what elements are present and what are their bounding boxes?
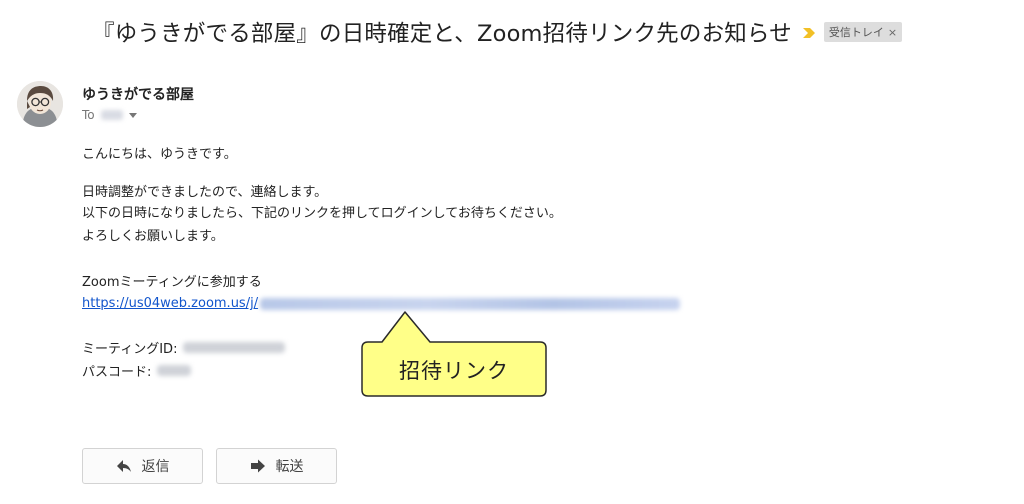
passcode-redacted: [157, 365, 192, 376]
recipient-line[interactable]: To: [82, 108, 137, 122]
forward-button[interactable]: 転送: [216, 448, 337, 484]
forward-label: 転送: [275, 459, 304, 475]
meeting-id-redacted: [183, 342, 286, 353]
meeting-id-field: ミーティングID:: [82, 338, 286, 357]
avatar-illustration: [17, 81, 63, 127]
reply-arrow-icon: [116, 459, 132, 473]
email-subject: 『ゆうきがでる部屋』の日時確定と、Zoom招待リンク先のお知らせ: [92, 21, 792, 47]
recipient-redacted: [100, 110, 123, 120]
body-line-3: よろしくお願いします。: [82, 229, 224, 244]
reply-button[interactable]: 返信: [82, 448, 203, 484]
callout-label: 招待リンク: [399, 359, 509, 383]
inbox-label-text: 受信トレイ: [828, 26, 884, 39]
meeting-id-label: ミーティングID:: [82, 342, 178, 357]
body-line-1: 日時調整ができましたので、連絡します。: [82, 185, 328, 200]
greeting-text: こんにちは、ゆうきです。: [82, 147, 237, 162]
zoom-link-text[interactable]: https://us04web.zoom.us/j/: [82, 296, 258, 311]
close-icon[interactable]: ×: [888, 26, 897, 39]
zoom-heading: Zoomミーティングに参加する: [82, 275, 262, 290]
sender-avatar[interactable]: [17, 81, 63, 127]
subject-row: 『ゆうきがでる部屋』の日時確定と、Zoom招待リンク先のお知らせ 受信トレイ ×: [92, 14, 903, 50]
passcode-label: パスコード:: [82, 365, 152, 380]
caret-down-icon[interactable]: [128, 112, 137, 118]
sender-name: ゆうきがでる部屋: [82, 87, 194, 103]
body-line-2: 以下の日時になりましたら、下記のリンクを押してログインしてお待ちください。: [82, 206, 562, 221]
forward-arrow-icon: [250, 459, 266, 473]
zoom-invite-link[interactable]: https://us04web.zoom.us/j/: [82, 296, 681, 311]
invite-link-callout: [361, 311, 547, 397]
reply-label: 返信: [141, 459, 170, 475]
to-label: To: [82, 108, 95, 122]
importance-marker-icon[interactable]: [802, 25, 816, 41]
inbox-label-chip[interactable]: 受信トレイ ×: [823, 22, 903, 42]
zoom-link-redacted: [260, 297, 681, 310]
passcode-field: パスコード:: [82, 361, 192, 380]
